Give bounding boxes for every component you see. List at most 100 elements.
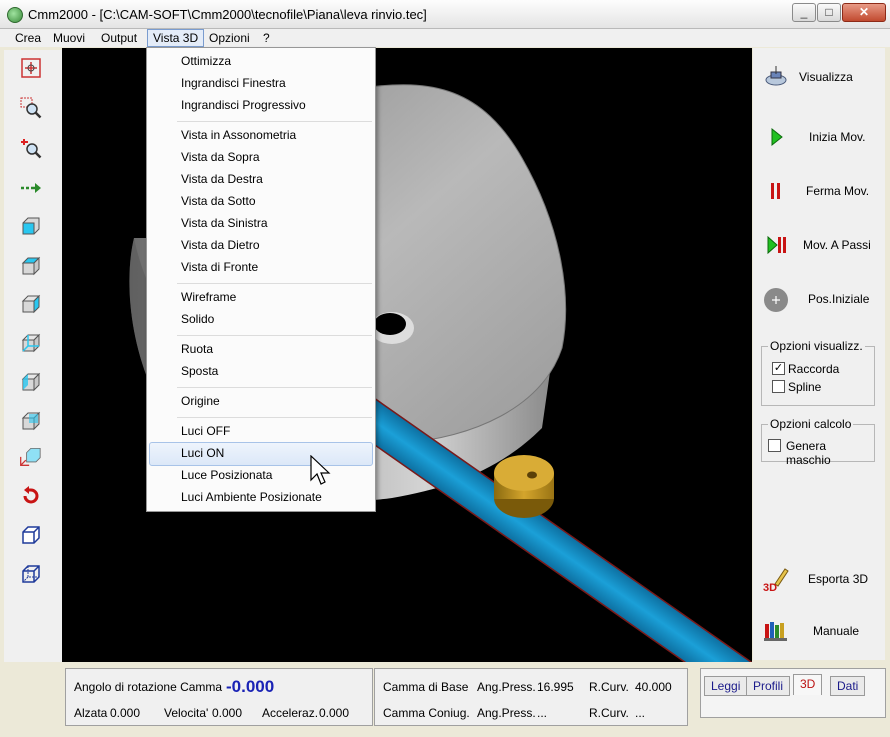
mov-a-passi-button[interactable]: Mov. A Passi [753, 224, 885, 264]
cube-axes-icon[interactable] [16, 445, 44, 467]
tab-leggi[interactable]: Leggi [704, 676, 748, 696]
menu-item-luci-on[interactable]: Luci ON [149, 442, 373, 466]
acceleraz-value: 0.000 [319, 706, 350, 720]
menu-item-label: Luci ON [181, 446, 225, 460]
menu-item-ingrandisci-finestra[interactable]: Ingrandisci Finestra [148, 72, 374, 94]
menu-item-label: Vista da Sotto [181, 194, 256, 208]
raccorda-label: Raccorda [788, 362, 840, 376]
cam-data-panel: Camma di Base Ang.Press. 16.995 R.Curv. … [374, 668, 688, 726]
ferma-mov-button[interactable]: Ferma Mov. [753, 170, 885, 210]
menu-item-vista-fronte[interactable]: Vista di Fronte [148, 256, 374, 278]
ang-press-label: Ang.Press. [477, 680, 536, 694]
cube-wireframe-icon[interactable] [20, 563, 42, 585]
center-icon[interactable] [20, 57, 42, 79]
menu-muovi[interactable]: Muovi [48, 30, 90, 46]
menu-help[interactable]: ? [258, 30, 275, 46]
menu-item-solido[interactable]: Solido [148, 308, 374, 330]
alzata-value: 0.000 [110, 706, 141, 720]
pause-icon [771, 183, 780, 199]
velocita-label: Velocita' [164, 706, 209, 720]
menu-bar: Crea Muovi Output Vista 3D Opzioni ? [0, 29, 890, 47]
move-arrow-icon[interactable] [20, 177, 42, 199]
menu-item-luci-ambiente-posizionate[interactable]: Luci Ambiente Posizionate [148, 486, 374, 508]
menu-item-vista-destra[interactable]: Vista da Destra [148, 168, 374, 190]
menu-item-label: Luce Posizionata [181, 468, 273, 482]
esporta-3d-button[interactable]: 3D Esporta 3D [753, 558, 885, 598]
menu-opzioni[interactable]: Opzioni [204, 30, 255, 46]
menu-item-sposta[interactable]: Sposta [148, 360, 374, 382]
zoom-progressive-icon[interactable] [20, 137, 42, 159]
menu-item-label: Origine [181, 394, 220, 408]
menu-output[interactable]: Output [96, 30, 142, 46]
menu-item-label: Vista da Dietro [181, 238, 260, 252]
spline-checkbox[interactable] [772, 380, 785, 393]
genera-maschio-checkbox[interactable] [768, 439, 781, 452]
cube-back-icon[interactable] [20, 410, 42, 432]
cube-top-icon[interactable] [20, 255, 42, 277]
menu-item-ruota[interactable]: Ruota [148, 338, 374, 360]
menu-item-vista-sinistra[interactable]: Vista da Sinistra [148, 212, 374, 234]
close-button[interactable]: ✕ [842, 3, 886, 22]
visualizza-label: Visualizza [799, 70, 853, 84]
r-curv2-value: ... [635, 706, 646, 720]
tab-profili[interactable]: Profili [746, 676, 791, 696]
menu-crea[interactable]: Crea [10, 30, 46, 46]
books-icon [764, 622, 787, 641]
menu-item-vista-assonometria[interactable]: Vista in Assonometria [148, 124, 374, 146]
camma-base-label: Camma di Base [383, 680, 469, 694]
menu-item-label: Wireframe [181, 290, 237, 304]
inizia-mov-button[interactable]: Inizia Mov. [753, 116, 885, 156]
angolo-value: -0.000 [226, 677, 275, 696]
opzioni-visualizz-group: Opzioni visualizz. ✓ Raccorda Spline [761, 339, 875, 406]
raccorda-checkbox[interactable]: ✓ [772, 362, 785, 375]
cube-right-icon[interactable] [20, 293, 42, 315]
menu-separator [177, 417, 372, 418]
cube-left-icon[interactable] [20, 371, 42, 393]
opzioni-calcolo-title: Opzioni calcolo [768, 417, 854, 431]
title-bar: Cmm2000 - [C:\CAM-SOFT\Cmm2000\tecnofile… [0, 0, 890, 29]
menu-item-origine[interactable]: Origine [148, 390, 374, 412]
pos-iniziale-label: Pos.Iniziale [808, 292, 870, 306]
menu-item-luce-posizionata[interactable]: Luce Posizionata [148, 464, 374, 486]
alzata-label: Alzata [74, 706, 108, 720]
menu-item-vista-dietro[interactable]: Vista da Dietro [148, 234, 374, 256]
tab-3d[interactable]: 3D [793, 674, 823, 695]
cube-solid-icon[interactable] [20, 524, 42, 546]
genera-maschio-label: Genera maschio [786, 439, 831, 467]
rotate-icon[interactable] [20, 485, 42, 507]
maximize-button[interactable]: □ [817, 3, 841, 22]
menu-separator [177, 387, 372, 388]
menu-item-label: Solido [181, 312, 215, 326]
pos-iniziale-button[interactable]: Pos.Iniziale [753, 278, 885, 318]
menu-item-label: Vista di Fronte [181, 260, 259, 274]
menu-item-vista-sopra[interactable]: Vista da Sopra [148, 146, 374, 168]
cube-bottom-icon[interactable] [20, 332, 42, 354]
menu-item-label: Ottimizza [181, 54, 232, 68]
menu-item-ingrandisci-progressivo[interactable]: Ingrandisci Progressivo [148, 94, 374, 116]
manuale-label: Manuale [813, 624, 860, 638]
visualizza-button[interactable]: Visualizza [753, 56, 885, 96]
menu-item-label: Ingrandisci Finestra [181, 76, 286, 90]
mov-a-passi-label: Mov. A Passi [803, 238, 871, 252]
ferma-mov-label: Ferma Mov. [806, 184, 870, 198]
manuale-button[interactable]: Manuale [753, 610, 885, 650]
menu-item-ottimizza[interactable]: Ottimizza [148, 50, 374, 72]
menu-item-label: Sposta [181, 364, 219, 378]
zoom-window-icon[interactable] [20, 97, 42, 119]
menu-item-vista-sotto[interactable]: Vista da Sotto [148, 190, 374, 212]
ang-press2-label: Ang.Press. [477, 706, 536, 720]
menu-item-label: Ingrandisci Progressivo [181, 98, 306, 112]
camma-coniug-label: Camma Coniug. [383, 706, 470, 720]
menu-item-label: Vista da Sopra [181, 150, 260, 164]
cube-front-icon[interactable] [20, 215, 42, 237]
app-icon[interactable] [7, 7, 23, 23]
tab-dati[interactable]: Dati [830, 676, 866, 696]
visualizza-icon [765, 66, 787, 86]
menu-item-luci-off[interactable]: Luci OFF [148, 420, 374, 442]
export-3d-icon: 3D [763, 568, 789, 592]
menu-item-wireframe[interactable]: Wireframe [148, 286, 374, 308]
menu-vista-3d[interactable]: Vista 3D [147, 29, 205, 47]
step-icon [767, 235, 786, 255]
minimize-button[interactable]: _ [792, 3, 816, 22]
menu-item-label: Luci OFF [181, 424, 231, 438]
